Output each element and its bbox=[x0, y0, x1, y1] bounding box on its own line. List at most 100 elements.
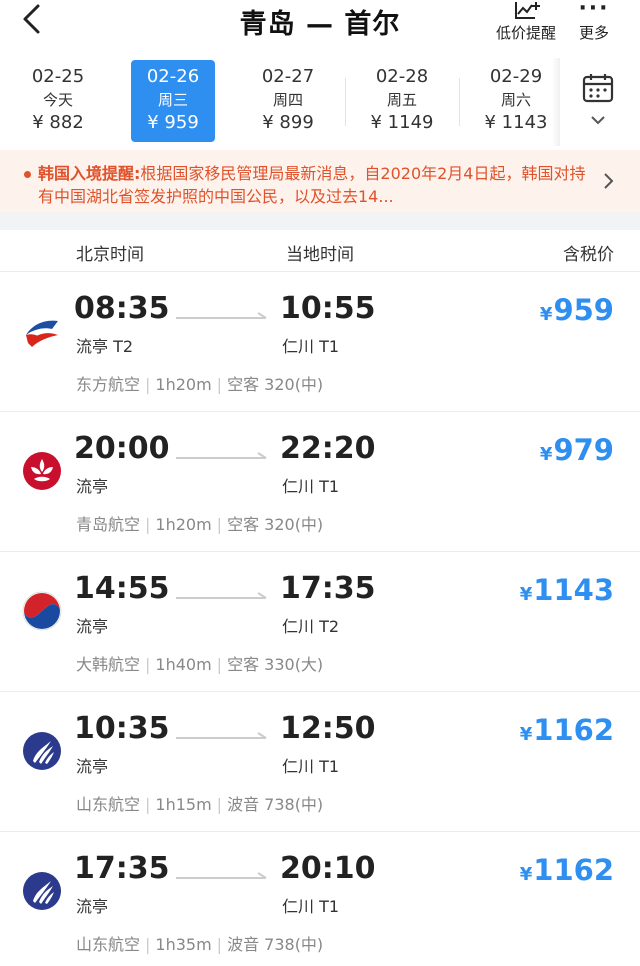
flight-duration: 1h20m bbox=[155, 515, 212, 534]
flight-duration: 1h40m bbox=[155, 655, 212, 674]
route-arrow bbox=[176, 312, 267, 319]
currency-symbol: ¥ bbox=[519, 724, 533, 745]
date-tab-price: ¥ 1143 bbox=[484, 112, 548, 133]
date-tab-0229[interactable]: 02-29 周六 ¥ 1143 bbox=[466, 60, 566, 142]
price-value: 979 bbox=[553, 433, 614, 467]
date-tab-price: ¥ 1149 bbox=[370, 112, 434, 133]
date-tab-0225[interactable]: 02-25 今天 ¥ 882 bbox=[8, 60, 108, 142]
shandong-airlines-logo bbox=[23, 872, 61, 910]
arrival-time: 10:55 bbox=[280, 291, 376, 326]
route-arrow bbox=[176, 592, 267, 599]
notice-bullet-icon bbox=[24, 171, 31, 178]
flight-price: ¥959 bbox=[540, 293, 614, 327]
flight-info: 山东航空 | 1h35m | 波音 738(中) bbox=[76, 935, 324, 954]
departure-time: 14:55 bbox=[74, 571, 170, 606]
arrival-time: 20:10 bbox=[280, 851, 376, 886]
aircraft-type: 空客 330(大) bbox=[227, 655, 324, 674]
departure-airport: 流亭 bbox=[76, 897, 109, 916]
price-trend-icon bbox=[490, 0, 562, 22]
departure-time: 10:35 bbox=[74, 711, 170, 746]
date-selector: 02-25 今天 ¥ 882 02-26 周三 ¥ 959 02-27 周四 ¥… bbox=[0, 58, 640, 146]
price-value: 1162 bbox=[533, 853, 614, 887]
arrival-airport: 仁川 T2 bbox=[282, 617, 340, 636]
flight-price: ¥979 bbox=[540, 433, 614, 467]
calendar-divider-shadow bbox=[552, 58, 560, 146]
more-dots-icon: ··· bbox=[578, 0, 610, 21]
flight-row[interactable]: 14:55 17:35 流亭 仁川 T2 ¥1143 大韩航空 | 1h40m | 空客… bbox=[0, 553, 640, 692]
aircraft-type: 空客 320(中) bbox=[227, 375, 324, 394]
shandong-airlines-logo bbox=[23, 732, 61, 770]
arrival-airport: 仁川 T1 bbox=[282, 757, 340, 776]
china-eastern-logo bbox=[26, 320, 58, 347]
date-tab-0228[interactable]: 02-28 周五 ¥ 1149 bbox=[352, 60, 452, 142]
flight-info: 山东航空 | 1h15m | 波音 738(中) bbox=[76, 795, 324, 814]
date-tab-weekday: 周五 bbox=[386, 91, 417, 109]
arrival-time: 22:20 bbox=[280, 431, 376, 466]
departure-airport: 流亭 bbox=[76, 477, 109, 496]
date-tab-weekday: 周六 bbox=[500, 91, 531, 109]
calendar-button[interactable] bbox=[570, 72, 626, 136]
flight-price: ¥1162 bbox=[520, 853, 614, 887]
airline-name: 山东航空 bbox=[76, 795, 141, 814]
price-value: 959 bbox=[553, 293, 614, 327]
flight-info: 东方航空 | 1h20m | 空客 320(中) bbox=[76, 375, 324, 394]
date-tab-weekday: 周三 bbox=[157, 91, 188, 109]
flight-row[interactable]: 17:35 20:10 流亭 仁川 T1 ¥1162 山东航空 | 1h35m | 波音… bbox=[0, 833, 640, 966]
arrival-time: 17:35 bbox=[280, 571, 376, 606]
date-tab-price: ¥ 959 bbox=[147, 112, 199, 133]
date-tab-0226[interactable]: 02-26 周三 ¥ 959 bbox=[131, 60, 215, 142]
arrival-time: 12:50 bbox=[280, 711, 376, 746]
airline-name: 东方航空 bbox=[76, 375, 141, 394]
date-tab-date: 02-27 bbox=[261, 66, 315, 87]
departure-time: 08:35 bbox=[74, 291, 170, 326]
route-arrow bbox=[176, 872, 267, 879]
flight-price: ¥1162 bbox=[520, 713, 614, 747]
low-price-alert-button[interactable]: 低价提醒 bbox=[490, 0, 562, 43]
notice-title: 韩国入境提醒: bbox=[38, 164, 141, 183]
column-header: 北京时间 当地时间 含税价 bbox=[0, 230, 640, 272]
aircraft-type: 波音 738(中) bbox=[227, 935, 324, 954]
arrival-airport: 仁川 T1 bbox=[282, 337, 340, 356]
date-tab-0227[interactable]: 02-27 周四 ¥ 899 bbox=[238, 60, 338, 142]
currency-symbol: ¥ bbox=[519, 864, 533, 885]
departure-time: 20:00 bbox=[74, 431, 170, 466]
arrival-airport: 仁川 T1 bbox=[282, 477, 340, 496]
date-tab-price: ¥ 899 bbox=[262, 112, 314, 133]
korean-air-logo bbox=[22, 591, 62, 631]
airline-name: 青岛航空 bbox=[76, 515, 141, 534]
price-value: 1162 bbox=[533, 713, 614, 747]
aircraft-type: 波音 738(中) bbox=[227, 795, 324, 814]
route-arrow bbox=[176, 452, 267, 459]
airline-name: 山东航空 bbox=[76, 935, 141, 954]
date-divider bbox=[459, 78, 460, 126]
date-tab-date: 02-26 bbox=[146, 66, 200, 87]
flight-duration: 1h15m bbox=[155, 795, 212, 814]
flight-duration: 1h20m bbox=[155, 375, 212, 394]
section-gap bbox=[0, 212, 640, 230]
flight-duration: 1h35m bbox=[155, 935, 212, 954]
flight-info: 大韩航空 | 1h40m | 空客 330(大) bbox=[76, 655, 324, 674]
notice-text: 韩国入境提醒:根据国家移民管理局最新消息，自2020年2月4日起，韩国对持有中国… bbox=[38, 162, 590, 208]
flight-row[interactable]: 20:00 22:20 流亭 仁川 T1 ¥979 青岛航空 | 1h20m | 空客 … bbox=[0, 413, 640, 552]
column-local-time: 当地时间 bbox=[286, 245, 354, 265]
more-label: 更多 bbox=[578, 24, 609, 42]
date-tab-date: 02-28 bbox=[375, 66, 429, 87]
more-button[interactable]: ··· 更多 bbox=[572, 0, 616, 43]
chevron-right-icon bbox=[604, 173, 614, 189]
aircraft-type: 空客 320(中) bbox=[227, 515, 324, 534]
date-tab-weekday: 今天 bbox=[42, 91, 73, 109]
airline-name: 大韩航空 bbox=[76, 655, 141, 674]
flight-row[interactable]: 10:35 12:50 流亭 仁川 T1 ¥1162 山东航空 | 1h15m | 波音… bbox=[0, 693, 640, 832]
low-price-alert-label: 低价提醒 bbox=[495, 24, 556, 42]
entry-notice-banner[interactable]: 韩国入境提醒:根据国家移民管理局最新消息，自2020年2月4日起，韩国对持有中国… bbox=[0, 150, 640, 212]
column-beijing-time: 北京时间 bbox=[76, 245, 144, 265]
date-tab-weekday: 周四 bbox=[272, 91, 303, 109]
flight-info: 青岛航空 | 1h20m | 空客 320(中) bbox=[76, 515, 324, 534]
top-nav-bar: 青岛 — 首尔 低价提醒 ··· 更多 bbox=[0, 0, 640, 52]
column-price: 含税价 bbox=[563, 245, 614, 265]
flight-row[interactable]: 08:35 10:55 流亭 T2 仁川 T1 ¥959 东方航空 | 1h20m |… bbox=[0, 273, 640, 412]
date-tab-date: 02-25 bbox=[31, 66, 85, 87]
departure-airport: 流亭 T2 bbox=[76, 337, 134, 356]
currency-symbol: ¥ bbox=[539, 304, 553, 325]
chevron-down-icon bbox=[591, 116, 605, 125]
